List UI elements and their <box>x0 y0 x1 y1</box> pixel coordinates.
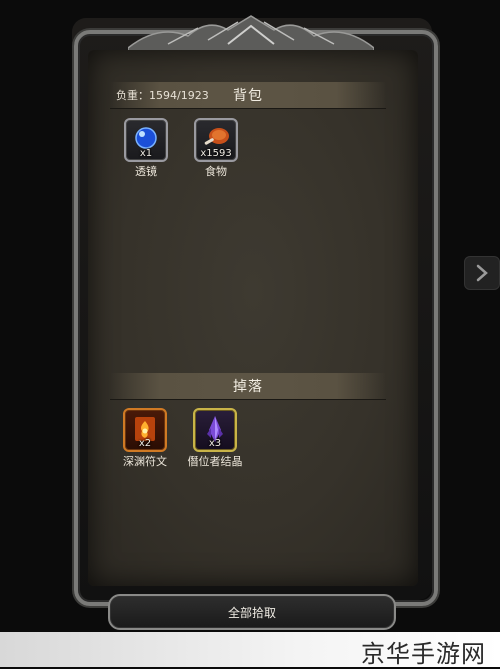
item-quantity: x3 <box>208 438 222 449</box>
drops-header: 掉落 <box>110 373 386 400</box>
item-slot: x2 <box>123 408 167 452</box>
backpack-item-food[interactable]: x1593 食物 <box>192 118 240 179</box>
item-slot: x1 <box>124 118 168 162</box>
item-name: 食物 <box>205 165 227 178</box>
item-quantity: x1 <box>139 148 153 159</box>
item-name: 僭位者结晶 <box>187 455 243 468</box>
backpack-title: 背包 <box>233 88 263 104</box>
item-quantity: x1593 <box>200 148 232 159</box>
watermark-banner: 京华手游网 <box>0 632 500 668</box>
item-slot: x1593 <box>194 118 238 162</box>
watermark-text: 京华手游网 <box>361 640 486 668</box>
item-slot: x3 <box>193 408 237 452</box>
chevron-right-icon <box>476 264 488 282</box>
pickup-all-button[interactable]: 全部拾取 <box>108 594 396 630</box>
drop-item-abyss-rune[interactable]: x2 深渊符文 <box>121 408 169 469</box>
next-page-button[interactable] <box>464 256 500 290</box>
backpack-item-lens[interactable]: x1 透镜 <box>122 118 170 179</box>
weight-load-text: 负重：1594/1923 <box>116 89 209 102</box>
backpack-header: 负重：1594/1923 背包 <box>110 82 386 109</box>
item-quantity: x2 <box>138 438 152 449</box>
drop-item-usurper-crystal[interactable]: x3 僭位者结晶 <box>188 408 243 469</box>
dragon-crest-ornament <box>128 15 374 54</box>
drops-title: 掉落 <box>233 379 263 395</box>
